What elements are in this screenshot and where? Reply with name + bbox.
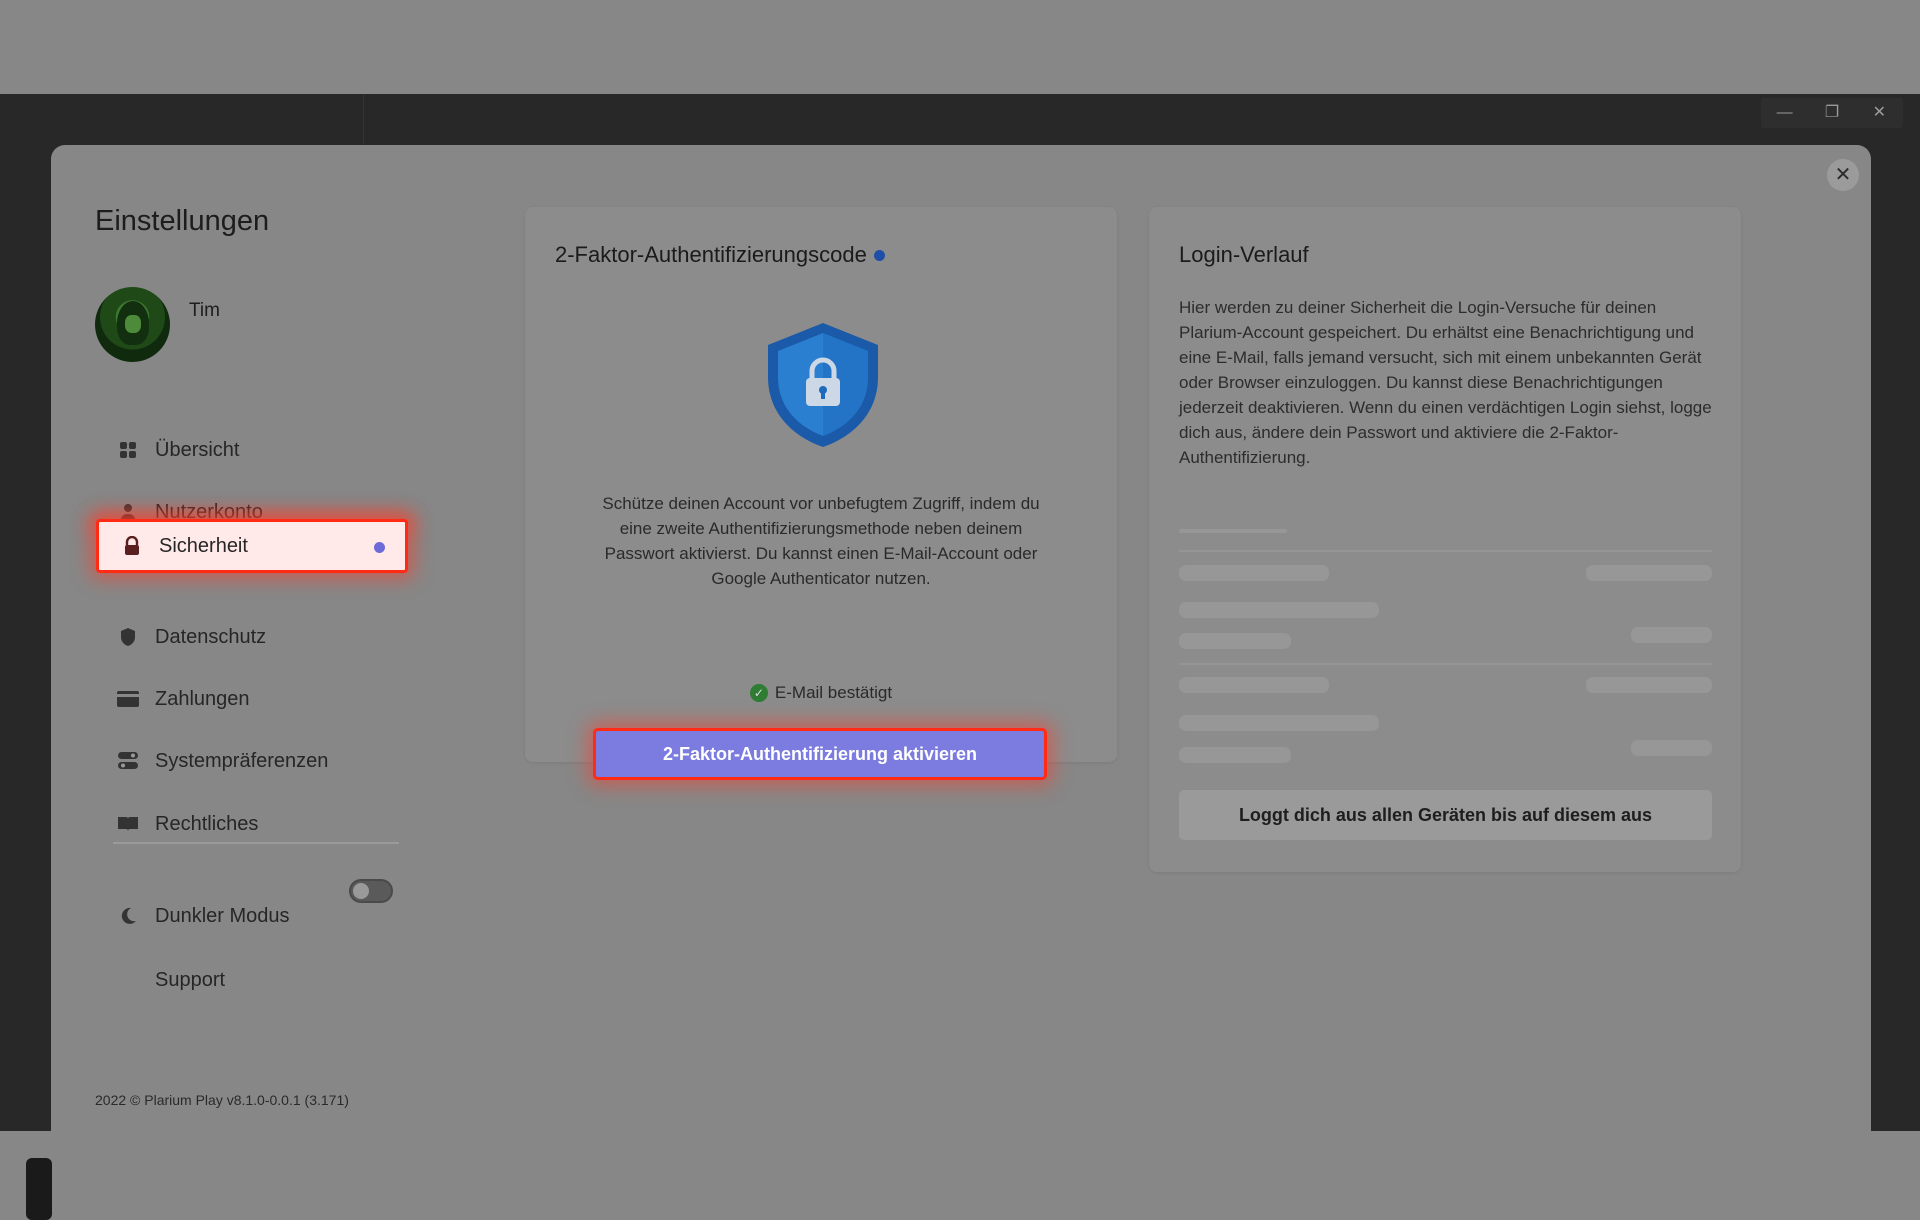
window-controls: — ❐ ✕: [1761, 98, 1903, 128]
sidebar-item-zahlungen[interactable]: Zahlungen: [95, 673, 405, 725]
twofa-card: 2-Faktor-Authentifizierungscode Schütze …: [525, 207, 1117, 780]
sidebar-item-label: Rechtliches: [155, 812, 259, 835]
minimize-icon[interactable]: —: [1770, 98, 1800, 128]
titlebar-divider: [363, 94, 364, 144]
sidebar-item-label: Datenschutz: [155, 625, 267, 648]
check-circle-icon: ✓: [749, 684, 768, 702]
sidebar-item-label: Übersicht: [155, 438, 240, 461]
moon-icon: [113, 907, 143, 925]
book-icon: [113, 816, 143, 832]
profile-name: Tim: [189, 300, 220, 321]
sidebar-item-label: Systempräferenzen: [155, 749, 329, 772]
email-verified-label: E-Mail bestätigt: [774, 683, 893, 702]
sidebar-item-support[interactable]: Support: [95, 954, 405, 1006]
loading-skeleton: [1631, 627, 1712, 643]
loading-skeleton: [1179, 602, 1379, 618]
version-footer: 2022 © Plarium Play v8.1.0-0.0.1 (3.171): [95, 1092, 349, 1108]
twofa-description: Schütze deinen Account vor unbefugtem Zu…: [602, 494, 1040, 588]
settings-modal: ✕ Einstellungen Tim Übersicht Nutzerkont…: [51, 145, 1871, 1131]
loading-skeleton: [1586, 677, 1712, 693]
dark-mode-toggle[interactable]: [349, 879, 393, 903]
shield-lock-icon: [760, 319, 886, 449]
loading-skeleton: [1179, 550, 1712, 552]
loading-skeleton: [1179, 565, 1329, 581]
sidebar-item-label: Sicherheit: [159, 534, 248, 557]
sidebar-item-datenschutz[interactable]: Datenschutz: [95, 611, 405, 663]
login-history-card: Login-Verlauf Hier werden zu deiner Sich…: [1149, 207, 1741, 872]
sidebar-item-label: Support: [155, 968, 226, 991]
sidebar-item-uebersicht[interactable]: Übersicht: [95, 424, 405, 476]
loading-skeleton: [1179, 663, 1712, 665]
close-icon[interactable]: ✕: [1864, 98, 1894, 128]
loading-skeleton: [1586, 565, 1712, 581]
loading-skeleton: [1179, 747, 1291, 763]
lock-icon: [117, 536, 147, 556]
active-indicator-dot: [374, 542, 385, 553]
sidebar-item-sicherheit[interactable]: Sicherheit: [96, 519, 408, 573]
loading-skeleton: [1179, 633, 1291, 649]
activate-2fa-button[interactable]: 2-Faktor-Authentifizierung aktivieren: [593, 728, 1047, 780]
email-verified-status: ✓ E-Mail bestätigt: [525, 683, 1117, 703]
dark-mode-label: Dunkler Modus: [155, 904, 290, 927]
sidebar-item-systempraeferenzen[interactable]: Systempräferenzen: [95, 735, 405, 787]
sidebar-item-label: Zahlungen: [155, 687, 250, 710]
status-dot: [873, 249, 885, 261]
twofa-title-text: 2-Faktor-Authentifizierungscode: [555, 242, 867, 267]
loading-skeleton: [1631, 740, 1712, 756]
login-history-description: Hier werden zu deiner Sicherheit die Log…: [1179, 298, 1712, 467]
sidebar-divider: [113, 842, 399, 844]
background-avatar: [26, 1158, 52, 1220]
login-history-title: Login-Verlauf: [1179, 242, 1309, 267]
loading-skeleton: [1179, 529, 1287, 533]
sidebar-title: Einstellungen: [95, 205, 270, 237]
close-icon[interactable]: ✕: [1827, 159, 1859, 191]
restore-icon[interactable]: ❐: [1817, 98, 1847, 128]
twofa-title: 2-Faktor-Authentifizierungscode: [555, 242, 885, 268]
logout-all-devices-button[interactable]: Loggt dich aus allen Geräten bis auf die…: [1179, 790, 1712, 840]
credit-card-icon: [113, 691, 143, 707]
shield-icon: [113, 627, 143, 647]
avatar[interactable]: [95, 287, 170, 362]
toggles-icon: [113, 752, 143, 770]
grid-icon: [113, 441, 143, 459]
loading-skeleton: [1179, 677, 1329, 693]
loading-skeleton: [1179, 715, 1379, 731]
